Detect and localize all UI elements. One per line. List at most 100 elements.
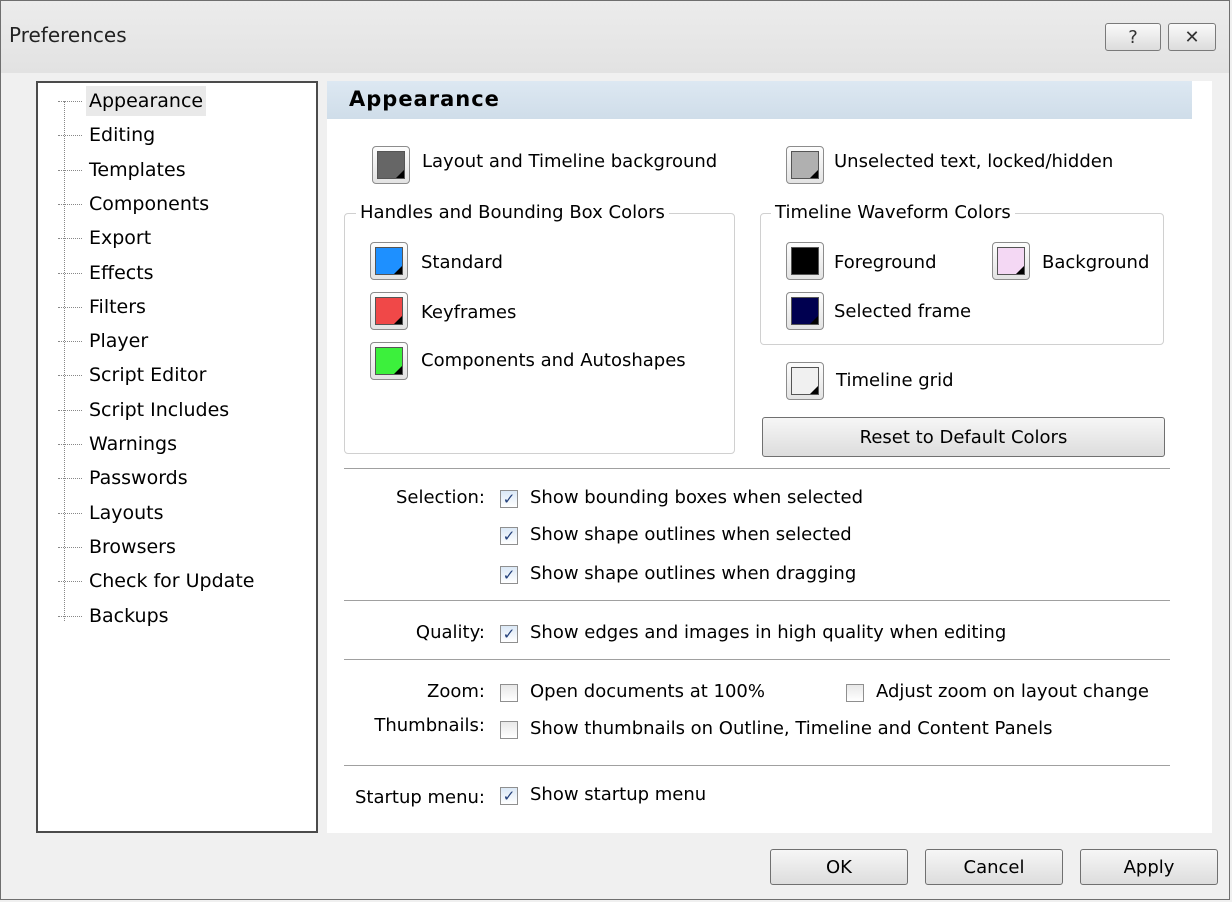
startup-menu-checkbox[interactable]: ✓ <box>500 787 518 805</box>
tree-item-label: Effects <box>89 261 154 284</box>
tree-connector <box>58 272 82 274</box>
tree-connector <box>58 203 82 205</box>
bounding-boxes-label: Show bounding boxes when selected <box>530 487 863 508</box>
keyframes-color-swatch[interactable] <box>370 292 408 330</box>
tree-item-label: Check for Update <box>89 570 255 593</box>
separator <box>344 600 1170 601</box>
tree-connector <box>58 238 82 240</box>
tree-item-label: Script Includes <box>89 398 230 421</box>
tree-connector <box>58 101 82 102</box>
components-label: Components and Autoshapes <box>421 350 686 371</box>
startup-menu-option-label: Show startup menu <box>530 784 707 805</box>
tree-connector <box>58 341 82 343</box>
reset-colors-button[interactable]: Reset to Default Colors <box>762 417 1165 457</box>
foreground-label: Foreground <box>834 252 937 273</box>
color-fill <box>377 151 405 179</box>
tree-connector <box>58 546 82 548</box>
color-fill <box>997 247 1025 275</box>
tree-connector <box>58 444 82 445</box>
foreground-color-swatch[interactable] <box>786 242 824 280</box>
shape-outlines-dragging-checkbox[interactable]: ✓ <box>500 566 518 584</box>
adjust-zoom-label: Adjust zoom on layout change <box>876 681 1149 702</box>
close-button[interactable]: ✕ <box>1168 23 1216 51</box>
tree-connector <box>58 306 82 308</box>
thumbnails-label: Thumbnails: <box>374 715 485 736</box>
separator <box>344 765 1170 766</box>
high-quality-label: Show edges and images in high quality wh… <box>530 622 1007 643</box>
selected-frame-label: Selected frame <box>834 301 972 322</box>
help-button[interactable]: ? <box>1105 23 1161 51</box>
waveform-group-title: Timeline Waveform Colors <box>771 202 1015 223</box>
tree-connector <box>58 375 82 377</box>
tree-item-label: Passwords <box>89 467 188 490</box>
category-tree: Appearance Editing Templates Components Expo… <box>36 81 318 833</box>
tree-item-label: Player <box>89 330 149 353</box>
zoom-label: Zoom: <box>427 681 485 702</box>
tree-connector <box>58 135 82 137</box>
tree-connector <box>58 409 82 411</box>
tree-connector <box>58 169 82 171</box>
tree-item-label: Layouts <box>89 501 164 524</box>
help-icon: ? <box>1128 26 1138 48</box>
high-quality-checkbox[interactable]: ✓ <box>500 625 518 643</box>
shape-outlines-selected-label: Show shape outlines when selected <box>530 524 852 545</box>
color-fill <box>791 247 819 275</box>
tree-item-label: Backups <box>89 604 169 627</box>
selected-frame-color-swatch[interactable] <box>786 292 824 330</box>
color-fill <box>375 297 403 325</box>
separator <box>344 659 1170 660</box>
layout-bg-label: Layout and Timeline background <box>422 151 718 172</box>
handles-group-title: Handles and Bounding Box Colors <box>356 202 669 223</box>
layout-bg-color-swatch[interactable] <box>372 146 410 184</box>
tree-connector-line <box>64 101 65 621</box>
section-title: Appearance <box>349 87 500 111</box>
checkmark-icon: ✓ <box>502 624 516 643</box>
tree-item-label: Components <box>89 192 210 215</box>
tree-item-label: Filters <box>89 295 146 318</box>
checkmark-icon: ✓ <box>502 526 516 545</box>
apply-button[interactable]: Apply <box>1080 849 1218 885</box>
unselected-text-color-swatch[interactable] <box>786 146 824 184</box>
shape-outlines-selected-checkbox[interactable]: ✓ <box>500 527 518 545</box>
tree-connector <box>58 581 82 583</box>
ok-button[interactable]: OK <box>770 849 908 885</box>
title-bar: Preferences ? ✕ <box>1 1 1229 73</box>
color-fill <box>791 367 819 395</box>
components-color-swatch[interactable] <box>370 342 408 380</box>
checkmark-icon: ✓ <box>502 786 516 805</box>
checkmark-icon: ✓ <box>502 489 516 508</box>
color-fill <box>791 297 819 325</box>
bounding-boxes-checkbox[interactable]: ✓ <box>500 490 518 508</box>
background-color-swatch[interactable] <box>992 242 1030 280</box>
cancel-button[interactable]: Cancel <box>925 849 1063 885</box>
startup-menu-label: Startup menu: <box>354 787 485 808</box>
keyframes-label: Keyframes <box>421 302 517 323</box>
open-100-checkbox[interactable] <box>500 684 518 702</box>
tree-item-label: Appearance <box>86 86 207 116</box>
adjust-zoom-checkbox[interactable] <box>846 684 864 702</box>
tree-item-label: Warnings <box>89 433 178 455</box>
thumbnails-checkbox[interactable] <box>500 721 518 739</box>
section-header: Appearance <box>327 81 1192 119</box>
tree-item-label: Script Editor <box>89 364 207 387</box>
separator <box>344 468 1170 469</box>
timeline-grid-label: Timeline grid <box>836 370 954 391</box>
selection-label: Selection: <box>395 487 485 508</box>
tree-item-label: Export <box>89 227 152 250</box>
standard-label: Standard <box>421 252 503 273</box>
timeline-grid-color-swatch[interactable] <box>786 362 824 400</box>
standard-color-swatch[interactable] <box>370 242 408 280</box>
quality-label: Quality: <box>415 622 485 643</box>
window-title: Preferences <box>9 23 127 47</box>
checkmark-icon: ✓ <box>502 565 516 584</box>
color-fill <box>375 247 403 275</box>
tree-connector <box>58 512 82 514</box>
unselected-text-label: Unselected text, locked/hidden <box>834 151 1114 172</box>
close-icon: ✕ <box>1184 26 1200 48</box>
thumbnails-option-label: Show thumbnails on Outline, Timeline and… <box>530 718 1053 739</box>
color-fill <box>791 151 819 179</box>
tree-item-label: Browsers <box>89 535 176 558</box>
tree-item-label: Templates <box>89 158 186 181</box>
tree-connector <box>58 478 82 480</box>
tree-connector <box>58 615 82 617</box>
